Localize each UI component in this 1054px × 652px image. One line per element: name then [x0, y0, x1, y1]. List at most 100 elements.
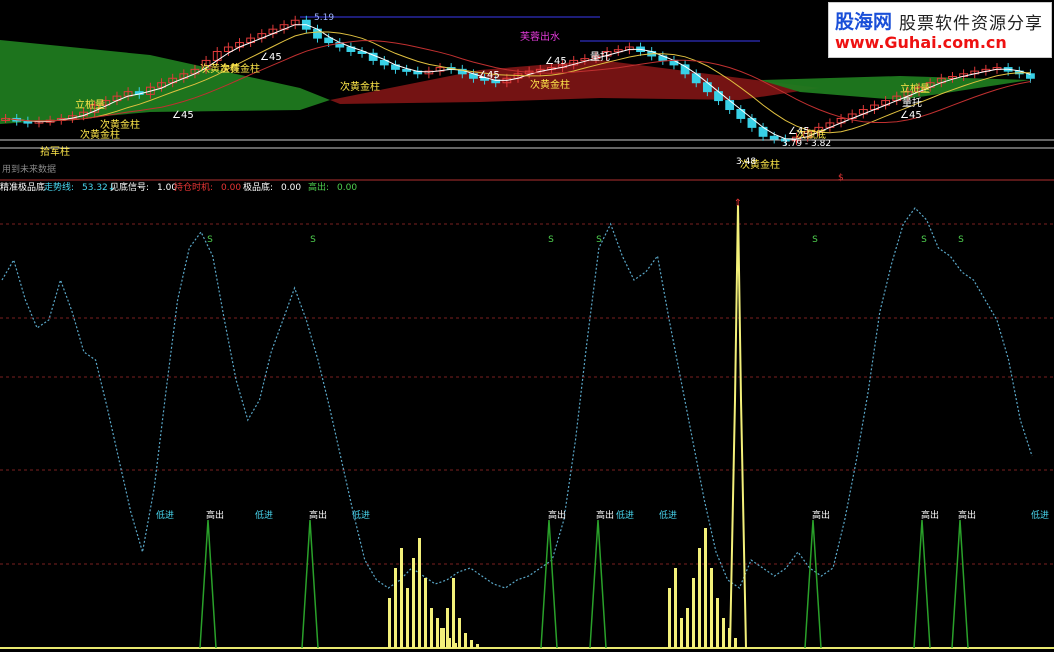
candle — [714, 91, 723, 102]
green-spike — [913, 519, 931, 649]
yellow-bar — [476, 644, 479, 648]
candle — [702, 82, 712, 93]
signal-marker: 高出 — [206, 509, 224, 521]
big-spike — [729, 204, 747, 649]
signal-marker: 高出 — [596, 509, 614, 521]
price-marker: $ — [838, 173, 844, 183]
signal-s: S — [310, 235, 316, 245]
green-spike — [804, 519, 822, 649]
signal-s: S — [596, 235, 602, 245]
green-spike — [589, 519, 607, 649]
watermark-slogan: 股票软件资源分享 — [899, 14, 1043, 34]
signal-marker: 高出 — [958, 509, 976, 521]
yellow-bar — [430, 608, 433, 648]
yellow-bar — [716, 598, 719, 648]
yellow-bar — [412, 558, 415, 648]
yellow-bar — [686, 608, 689, 648]
signal-spikes — [199, 519, 969, 649]
indicator-value: 0.00 — [281, 183, 301, 193]
watermark-logo: 股海网 股票软件资源分享 www.Guhai.com.cn — [828, 2, 1052, 58]
yellow-bar — [464, 633, 467, 648]
yellow-bar — [424, 578, 427, 648]
yellow-bar — [436, 618, 439, 648]
yellow-bar — [470, 640, 473, 648]
signal-marker: 低进 — [352, 509, 370, 521]
indicator-label: 高出: — [308, 181, 329, 193]
signal-marker: 高出 — [812, 509, 830, 521]
indicator-label: 走势线: — [44, 181, 74, 193]
annotation: 立桩量 — [900, 82, 930, 95]
signal-s: S — [548, 235, 554, 245]
yellow-bar — [734, 638, 737, 648]
yellow-bar — [458, 618, 461, 648]
price-high-label: 5.19 — [314, 13, 334, 23]
annotation: ∠45 — [545, 56, 567, 67]
signal-marker: 低进 — [1031, 509, 1049, 521]
indicator-grid — [0, 223, 1054, 649]
yellow-bar — [692, 578, 695, 648]
signal-marker: 低进 — [255, 509, 273, 521]
annotation: 量托 — [902, 96, 922, 109]
indicator-value: 0.00 — [221, 183, 241, 193]
annotation: 芙蓉出水 — [520, 30, 560, 43]
watermark-url: www.Guhai.com.cn — [835, 33, 1007, 52]
red-band — [330, 60, 820, 104]
signal-marker: 低进 — [156, 509, 174, 521]
candle — [747, 117, 757, 128]
signal-s: S — [921, 235, 927, 245]
yellow-bars: ⇑ — [388, 198, 747, 649]
yellow-bar — [440, 628, 443, 648]
annotation: ∠45 — [260, 52, 282, 63]
green-spike — [540, 519, 558, 649]
trend-polyline — [1, 207, 1033, 589]
price-low-label: 3.48 — [736, 157, 756, 167]
annotation: 次黄金柱 — [220, 62, 260, 75]
signal-marker: 高出 — [921, 509, 939, 521]
candle — [1026, 73, 1035, 79]
yellow-bar — [668, 588, 671, 648]
candle — [725, 100, 735, 111]
trend-line: SSSSSSS — [1, 207, 1033, 589]
candle — [769, 135, 779, 140]
indicator-label: 见底信号: — [110, 181, 149, 193]
yellow-bar — [452, 578, 455, 648]
annotation: ∠45 — [172, 110, 194, 121]
yellow-bar — [394, 568, 397, 648]
signal-marker: 高出 — [309, 509, 327, 521]
yellow-bar — [698, 548, 701, 648]
yellow-bar — [388, 598, 391, 648]
candle — [736, 109, 746, 119]
yellow-bar — [680, 618, 683, 648]
signal-marker: 低进 — [659, 509, 677, 521]
yellow-bar — [710, 568, 713, 648]
signal-markers: 低进 高出 低进 高出 低进 高出 高出 低进 低进 高出 高出 高出 低进 — [156, 509, 1049, 521]
candle — [669, 59, 679, 66]
signal-s: S — [958, 235, 964, 245]
annotation: ∠45 — [478, 70, 500, 81]
yellow-bar — [674, 568, 677, 648]
green-spike — [301, 519, 319, 649]
yellow-bar — [722, 618, 725, 648]
annotation: 量托 — [590, 50, 610, 63]
spike-arrow: ⇑ — [734, 198, 742, 209]
signal-marker: 低进 — [616, 509, 634, 521]
yellow-bar — [704, 528, 707, 648]
annotation: 次黄金柱 — [100, 118, 140, 131]
green-spike — [951, 519, 969, 649]
yellow-bar — [400, 548, 403, 648]
annotation: 次黄金柱 — [340, 80, 380, 93]
yellow-bar — [406, 588, 409, 648]
indicator-label: 精准极品底 — [0, 181, 45, 193]
candle — [691, 73, 701, 84]
footer-text: 用到未来数据 — [2, 163, 56, 175]
annotation: 次黄金柱 — [530, 78, 570, 91]
candle — [324, 37, 334, 44]
price-range-label: 3.79 - 3.82 — [782, 139, 831, 149]
signal-marker: 高出 — [548, 509, 566, 521]
indicator-label: 极品底: — [243, 181, 273, 193]
watermark-cn: 股海网 — [835, 11, 893, 33]
signal-s: S — [207, 235, 213, 245]
green-spike — [199, 519, 217, 649]
indicator-header: 精准极品底走势线: 53.32↓见底信号: 1.00持仓时机: 0.00 极品底: 0.0… — [0, 181, 357, 193]
annotation: 立桩量 — [75, 98, 105, 111]
